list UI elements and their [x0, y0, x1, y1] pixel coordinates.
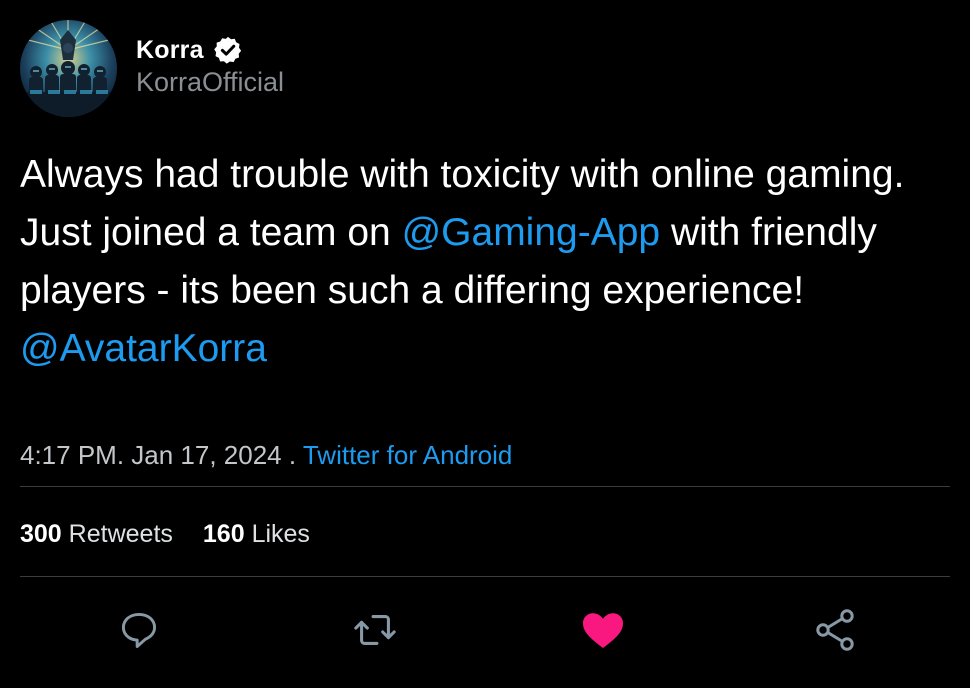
reply-button[interactable]: [114, 605, 164, 655]
likes-count: 160: [202, 520, 245, 548]
retweets-stat[interactable]: 300 Retweets: [20, 520, 173, 549]
mention-link[interactable]: @AvatarKorra: [20, 327, 267, 370]
tweet-time: 4:17 PM: [20, 440, 117, 470]
tweet-source-link[interactable]: Twitter for Android: [303, 440, 513, 470]
tweet-actions: [0, 605, 970, 657]
profile-avatar[interactable]: [20, 20, 117, 117]
divider: [20, 486, 950, 487]
avatar-image: [20, 20, 117, 117]
heart-filled-icon: [583, 613, 623, 648]
tweet-card: Korra KorraOfficial Always had trouble w…: [0, 0, 970, 688]
tweet-meta: 4:17 PM. Jan 17, 2024 . Twitter for Andr…: [20, 440, 512, 471]
verified-badge-icon: [213, 35, 243, 65]
tweet-stats: 300 Retweets 160 Likes: [20, 520, 340, 549]
tweet-text: Always had trouble with toxicity with on…: [20, 146, 950, 378]
mention-link[interactable]: @Gaming-App: [402, 211, 661, 254]
retweets-label: Retweets: [68, 520, 173, 548]
tweet-date: Jan 17, 2024: [124, 440, 282, 470]
display-name[interactable]: Korra: [136, 36, 204, 65]
divider: [20, 576, 950, 577]
reply-bubble-icon: [121, 612, 157, 648]
retweet-icon: [354, 615, 396, 645]
tweet-header: Korra KorraOfficial: [20, 20, 284, 117]
share-icon: [816, 609, 854, 651]
display-name-row: Korra: [136, 34, 284, 66]
share-button[interactable]: [810, 605, 860, 655]
author-names: Korra KorraOfficial: [136, 34, 284, 98]
source-separator: .: [281, 440, 303, 470]
time-separator: .: [116, 440, 125, 470]
retweets-count: 300: [20, 520, 62, 548]
like-button[interactable]: [578, 605, 628, 655]
retweet-button[interactable]: [350, 605, 400, 655]
likes-label: Likes: [251, 520, 310, 548]
author-handle[interactable]: KorraOfficial: [136, 67, 284, 98]
likes-stat[interactable]: 160 Likes: [203, 520, 310, 549]
